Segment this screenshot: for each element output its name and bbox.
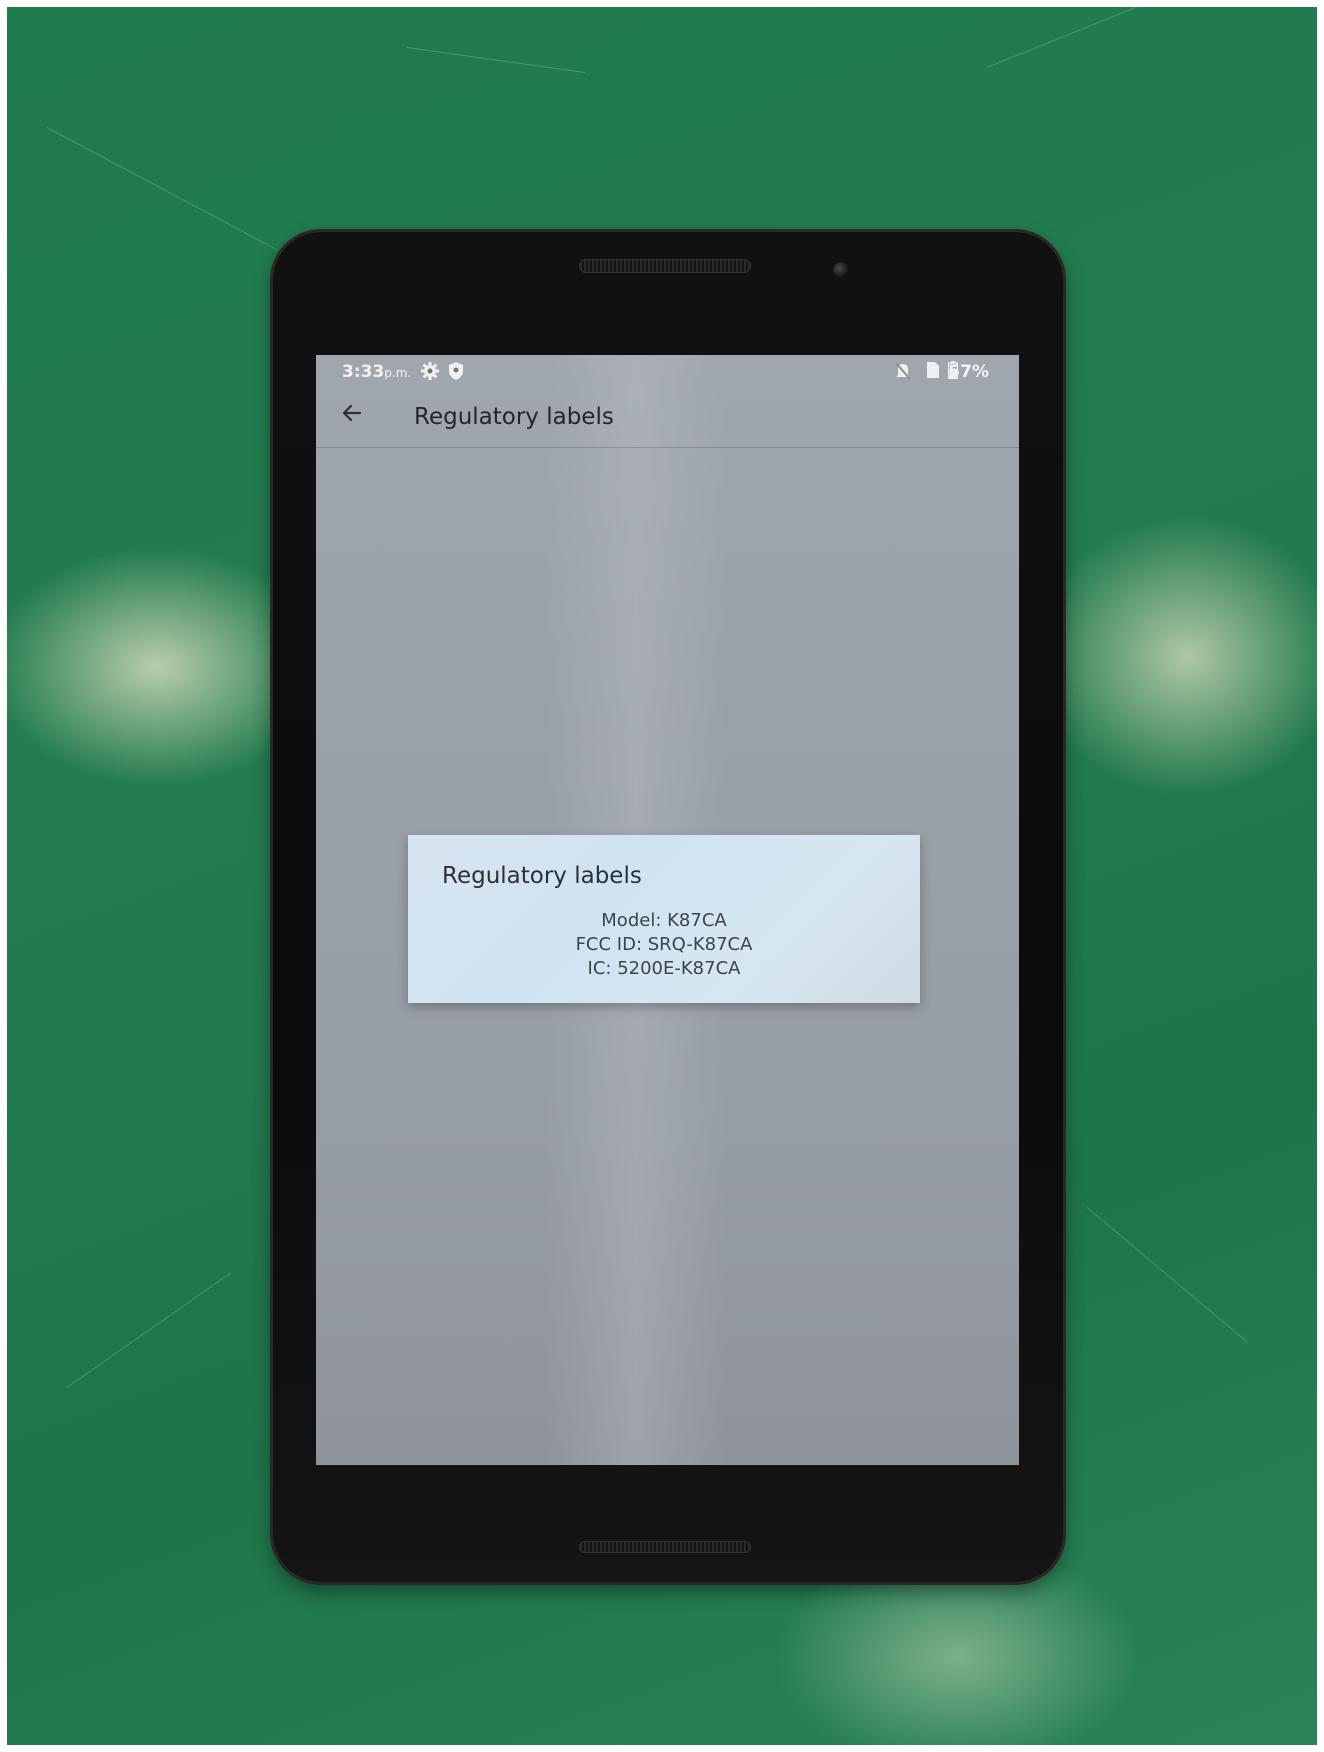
scratch-mark [46,127,277,251]
app-bar: Regulatory labels [316,389,1019,448]
regulatory-labels-dialog: Regulatory labels Model: K87CA FCC ID: S… [408,835,920,1003]
status-time-suffix: p.m. [384,366,412,380]
scratch-mark [66,1272,232,1388]
shield-icon [448,361,464,386]
scratch-mark [1086,1207,1249,1343]
mute-icon [894,361,912,386]
scratch-mark [986,7,1266,68]
fcc-id-label: FCC ID: SRQ-K87CA [575,934,753,955]
ic-label: IC: 5200E-K87CA [587,958,741,979]
photo-background: 3:33p.m. 57% Regulatory labels Regulator… [7,7,1317,1745]
status-bar: 3:33p.m. 57% [316,355,1019,389]
earpiece-speaker [579,259,751,273]
dialog-body: Model: K87CA FCC ID: SRQ-K87CA IC: 5200E… [408,909,920,981]
back-arrow-icon[interactable] [340,401,364,431]
dialog-title: Regulatory labels [442,863,642,889]
front-camera [833,262,849,278]
sim-icon [926,361,940,384]
bottom-speaker [579,1541,751,1553]
scratch-mark [406,47,586,74]
status-time-value: 3:33 [342,362,385,382]
page-title: Regulatory labels [414,404,614,430]
battery-percentage: 57% [948,362,989,382]
tablet-device: 3:33p.m. 57% Regulatory labels Regulator… [273,232,1063,1582]
status-time: 3:33p.m. [342,362,411,382]
model-label: Model: K87CA [601,910,727,931]
settings-gear-icon [420,361,440,386]
device-screen: 3:33p.m. 57% Regulatory labels Regulator… [316,355,1019,1465]
